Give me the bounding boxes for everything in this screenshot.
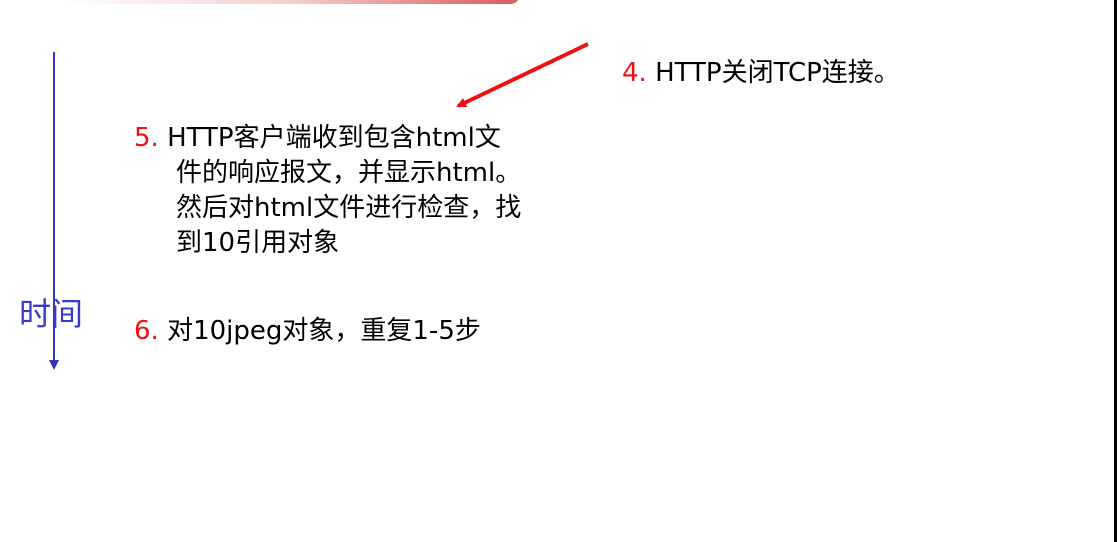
- step-4-line-1: 4. HTTP关闭TCP连接。: [622, 56, 900, 91]
- message-arrow: [456, 42, 589, 108]
- step-5-line-4: 到10引用对象: [176, 228, 340, 258]
- step-5-line-2: 件的响应报文，并显示html。: [176, 158, 522, 188]
- step-6: 6. 对10jpeg对象，重复1-5步: [134, 314, 481, 349]
- step-4-text: HTTP关闭TCP连接。: [655, 58, 900, 88]
- step-6-number: 6.: [134, 316, 159, 346]
- time-axis-label: 时间: [19, 295, 84, 333]
- step-5-line-3: 然后对html文件进行检查，找: [176, 193, 522, 223]
- step-6-line-1: 6. 对10jpeg对象，重复1-5步: [134, 314, 481, 349]
- step-5: 5. HTTP客户端收到包含html文 件的响应报文，并显示html。 然后对h…: [134, 121, 521, 261]
- step-4: 4. HTTP关闭TCP连接。: [622, 56, 900, 91]
- step-5-line-1: 5. HTTP客户端收到包含html文: [134, 121, 521, 156]
- step-5-text-1: HTTP客户端收到包含html文: [167, 123, 501, 153]
- step-5-number: 5.: [134, 123, 159, 153]
- step-4-number: 4.: [622, 58, 647, 88]
- diagram-graphics: [49, 42, 589, 370]
- step-6-text: 对10jpeg对象，重复1-5步: [167, 316, 481, 346]
